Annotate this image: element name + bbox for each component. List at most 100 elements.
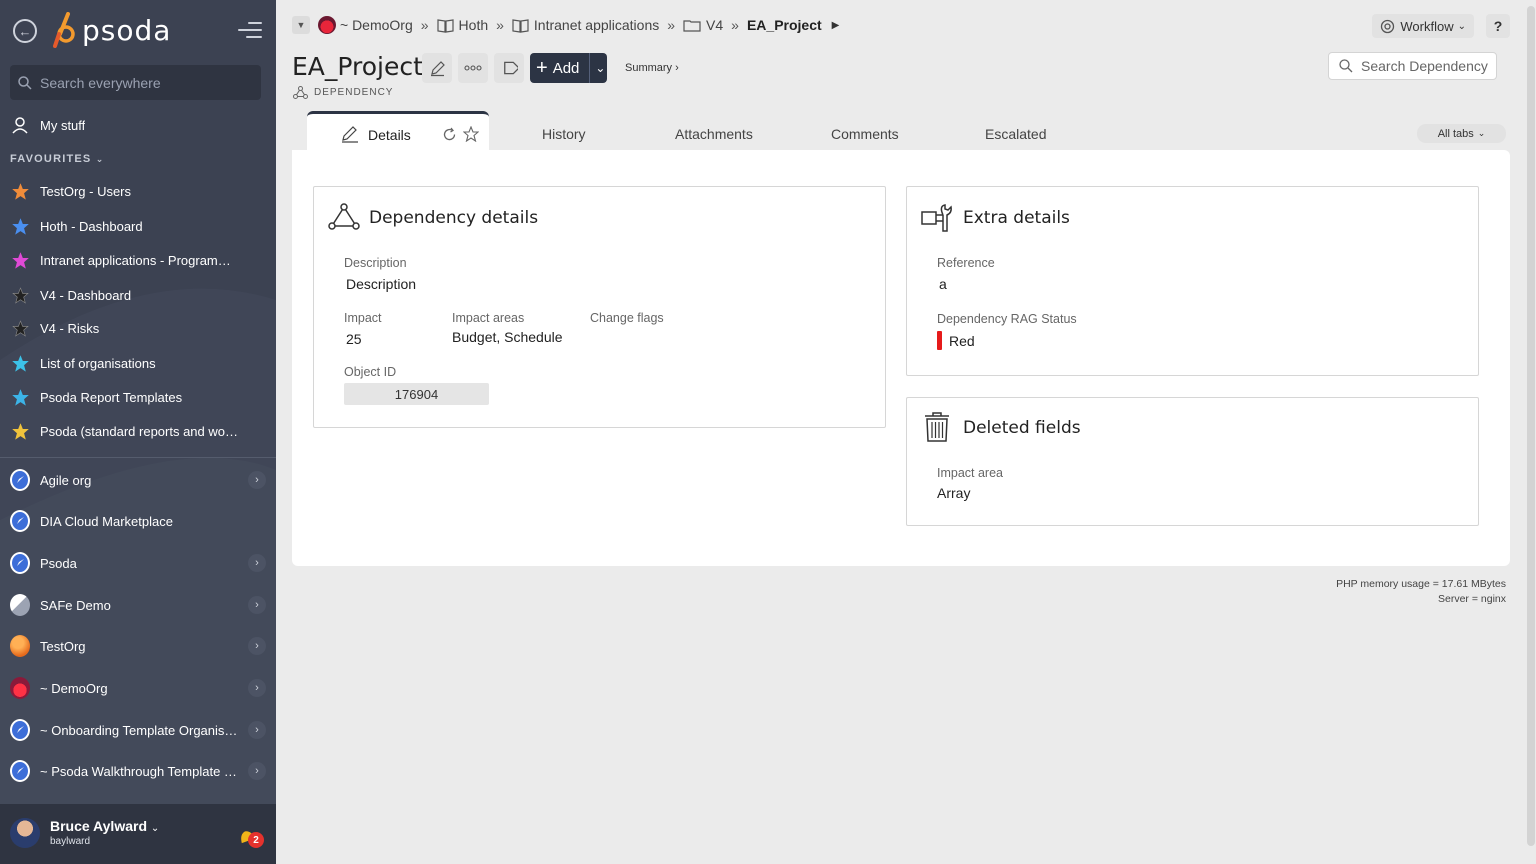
org-label: ~ Psoda Walkthrough Template P... <box>40 763 240 779</box>
user-panel[interactable]: Bruce Aylward ⌄ baylward <box>0 804 276 864</box>
tab-escalated[interactable]: Escalated <box>985 126 1046 142</box>
page-title: EA_Project <box>292 52 423 81</box>
sidebar-favourite-item[interactable]: List of organisations <box>0 352 276 374</box>
sidebar-item-my-stuff[interactable]: My stuff <box>0 114 276 136</box>
avatar[interactable] <box>10 818 40 848</box>
edit-button[interactable] <box>422 53 452 83</box>
tab-comments[interactable]: Comments <box>831 126 899 142</box>
favourite-label: TestOrg - Users <box>40 183 132 199</box>
sidebar-org-item[interactable]: DIA Cloud Marketplace <box>0 510 276 532</box>
chevron-right-icon[interactable]: › <box>248 762 266 780</box>
favourites-heading[interactable]: FAVOURITES ⌄ <box>10 153 105 165</box>
org-label: SAFe Demo <box>40 597 111 613</box>
chevron-right-icon[interactable]: › <box>248 596 266 614</box>
sidebar-org-item[interactable]: ~ DemoOrg › <box>0 677 276 699</box>
breadcrumb-ea-project[interactable]: EA_Project <box>747 17 822 33</box>
psoda-logo-mark-icon <box>53 12 75 48</box>
server-name: Server = nginx <box>1438 593 1506 605</box>
safe-demo-icon <box>10 594 30 616</box>
rag-status-value: Red <box>949 333 975 349</box>
search-everywhere-input[interactable] <box>40 74 250 91</box>
tab-attachments[interactable]: Attachments <box>675 126 753 142</box>
sidebar-org-item[interactable]: ~ Onboarding Template Organisa... › <box>0 719 276 741</box>
breadcrumb: ▼ ~ DemoOrg » Hoth » Intranet applicatio… <box>292 14 839 36</box>
reference-value: a <box>939 276 947 292</box>
sidebar-favourite-item[interactable]: Hoth - Dashboard <box>0 215 276 237</box>
server-info: PHP memory usage = 17.61 MBytes Server =… <box>1336 577 1506 607</box>
sidebar-org-item[interactable]: Agile org › <box>0 469 276 491</box>
tab-details[interactable]: Details <box>307 111 489 152</box>
summary-link[interactable]: Summary › <box>625 62 679 74</box>
sidebar-org-item[interactable]: Psoda › <box>0 552 276 574</box>
dependency-details-title: Dependency details <box>369 208 539 228</box>
add-button[interactable]: + Add ⌄ <box>530 53 607 83</box>
deleted-fields-title: Deleted fields <box>963 418 1081 438</box>
description-value: Description <box>346 276 417 292</box>
star-icon[interactable] <box>463 126 479 142</box>
description-label: Description <box>344 256 407 270</box>
chevron-down-icon[interactable]: ⌄ <box>595 61 605 75</box>
star-icon <box>10 216 30 236</box>
org-label: TestOrg <box>40 638 86 654</box>
caret-right-icon[interactable]: ▶ <box>832 20 840 31</box>
user-name[interactable]: Bruce Aylward ⌄ <box>50 818 159 834</box>
chevron-right-icon[interactable]: › <box>248 679 266 697</box>
book-icon <box>436 18 454 33</box>
compass-icon <box>10 719 30 741</box>
sidebar-favourite-item[interactable]: Psoda (standard reports and work... <box>0 420 276 442</box>
sidebar-favourite-item[interactable]: V4 - Dashboard <box>0 284 276 306</box>
impact-area-label: Impact area <box>937 466 1004 480</box>
user-login: baylward <box>50 836 91 847</box>
breadcrumb-demoorg[interactable]: ~ DemoOrg <box>318 16 413 34</box>
sidebar-org-item[interactable]: ~ Psoda Walkthrough Template P... › <box>0 760 276 782</box>
org-label: ~ Onboarding Template Organisa... <box>40 722 240 738</box>
wrench-icon <box>921 204 952 232</box>
impact-value: 25 <box>346 331 362 347</box>
scrollbar[interactable] <box>1526 0 1536 864</box>
favourite-label: Intranet applications - Programme... <box>40 252 240 268</box>
back-icon[interactable]: ← <box>13 19 37 43</box>
refresh-icon[interactable] <box>442 127 457 142</box>
star-icon <box>10 318 30 338</box>
star-icon <box>10 421 30 441</box>
extra-details-title: Extra details <box>963 208 1070 228</box>
breadcrumb-v4[interactable]: V4 <box>683 17 723 33</box>
chevron-right-icon[interactable]: › <box>248 721 266 739</box>
demoorg-icon <box>318 16 336 34</box>
tab-details-label: Details <box>368 127 411 143</box>
impact-label: Impact <box>344 311 382 325</box>
chevron-right-icon[interactable]: › <box>248 471 266 489</box>
tab-history[interactable]: History <box>542 126 586 142</box>
more-actions-button[interactable] <box>458 53 488 83</box>
breadcrumb-hoth[interactable]: Hoth <box>436 17 488 33</box>
breadcrumb-intranet-applications[interactable]: Intranet applications <box>512 17 659 33</box>
impact-areas-label: Impact areas <box>452 311 525 325</box>
breadcrumb-dropdown-icon[interactable]: ▼ <box>292 16 310 34</box>
search-icon <box>18 75 32 90</box>
collapse-sidebar-icon[interactable] <box>238 22 262 40</box>
pencil-icon <box>430 60 445 76</box>
rag-status-label: Dependency RAG Status <box>937 312 1077 326</box>
workflow-icon <box>1381 19 1395 33</box>
sidebar-org-item[interactable]: TestOrg › <box>0 635 276 657</box>
sidebar-org-item[interactable]: SAFe Demo › <box>0 594 276 616</box>
psoda-logo[interactable]: psoda <box>50 12 171 48</box>
sidebar-favourite-item[interactable]: Psoda Report Templates <box>0 386 276 408</box>
chevron-right-icon[interactable]: › <box>248 637 266 655</box>
chevron-right-icon[interactable]: › <box>248 554 266 572</box>
sidebar-favourite-item[interactable]: Intranet applications - Programme... <box>0 249 276 271</box>
all-tabs-button[interactable]: All tabs ⌄ <box>1417 124 1506 143</box>
workflow-button[interactable]: Workflow ⌄ <box>1372 14 1474 38</box>
book-icon <box>512 18 529 33</box>
favourite-label: V4 - Dashboard <box>40 287 132 303</box>
chevron-down-icon: ⌄ <box>1457 20 1466 32</box>
search-dependency-input[interactable] <box>1361 58 1496 74</box>
sidebar-favourite-item[interactable]: TestOrg - Users <box>0 180 276 202</box>
help-button[interactable]: ? <box>1486 14 1510 38</box>
impact-area-value: Array <box>937 485 971 501</box>
scrollbar-thumb[interactable] <box>1527 6 1535 846</box>
sidebar-favourite-item[interactable]: V4 - Risks <box>0 317 276 339</box>
tag-button[interactable] <box>494 53 524 83</box>
org-label: Agile org <box>40 472 92 488</box>
object-type-label: DEPENDENCY <box>293 86 393 99</box>
